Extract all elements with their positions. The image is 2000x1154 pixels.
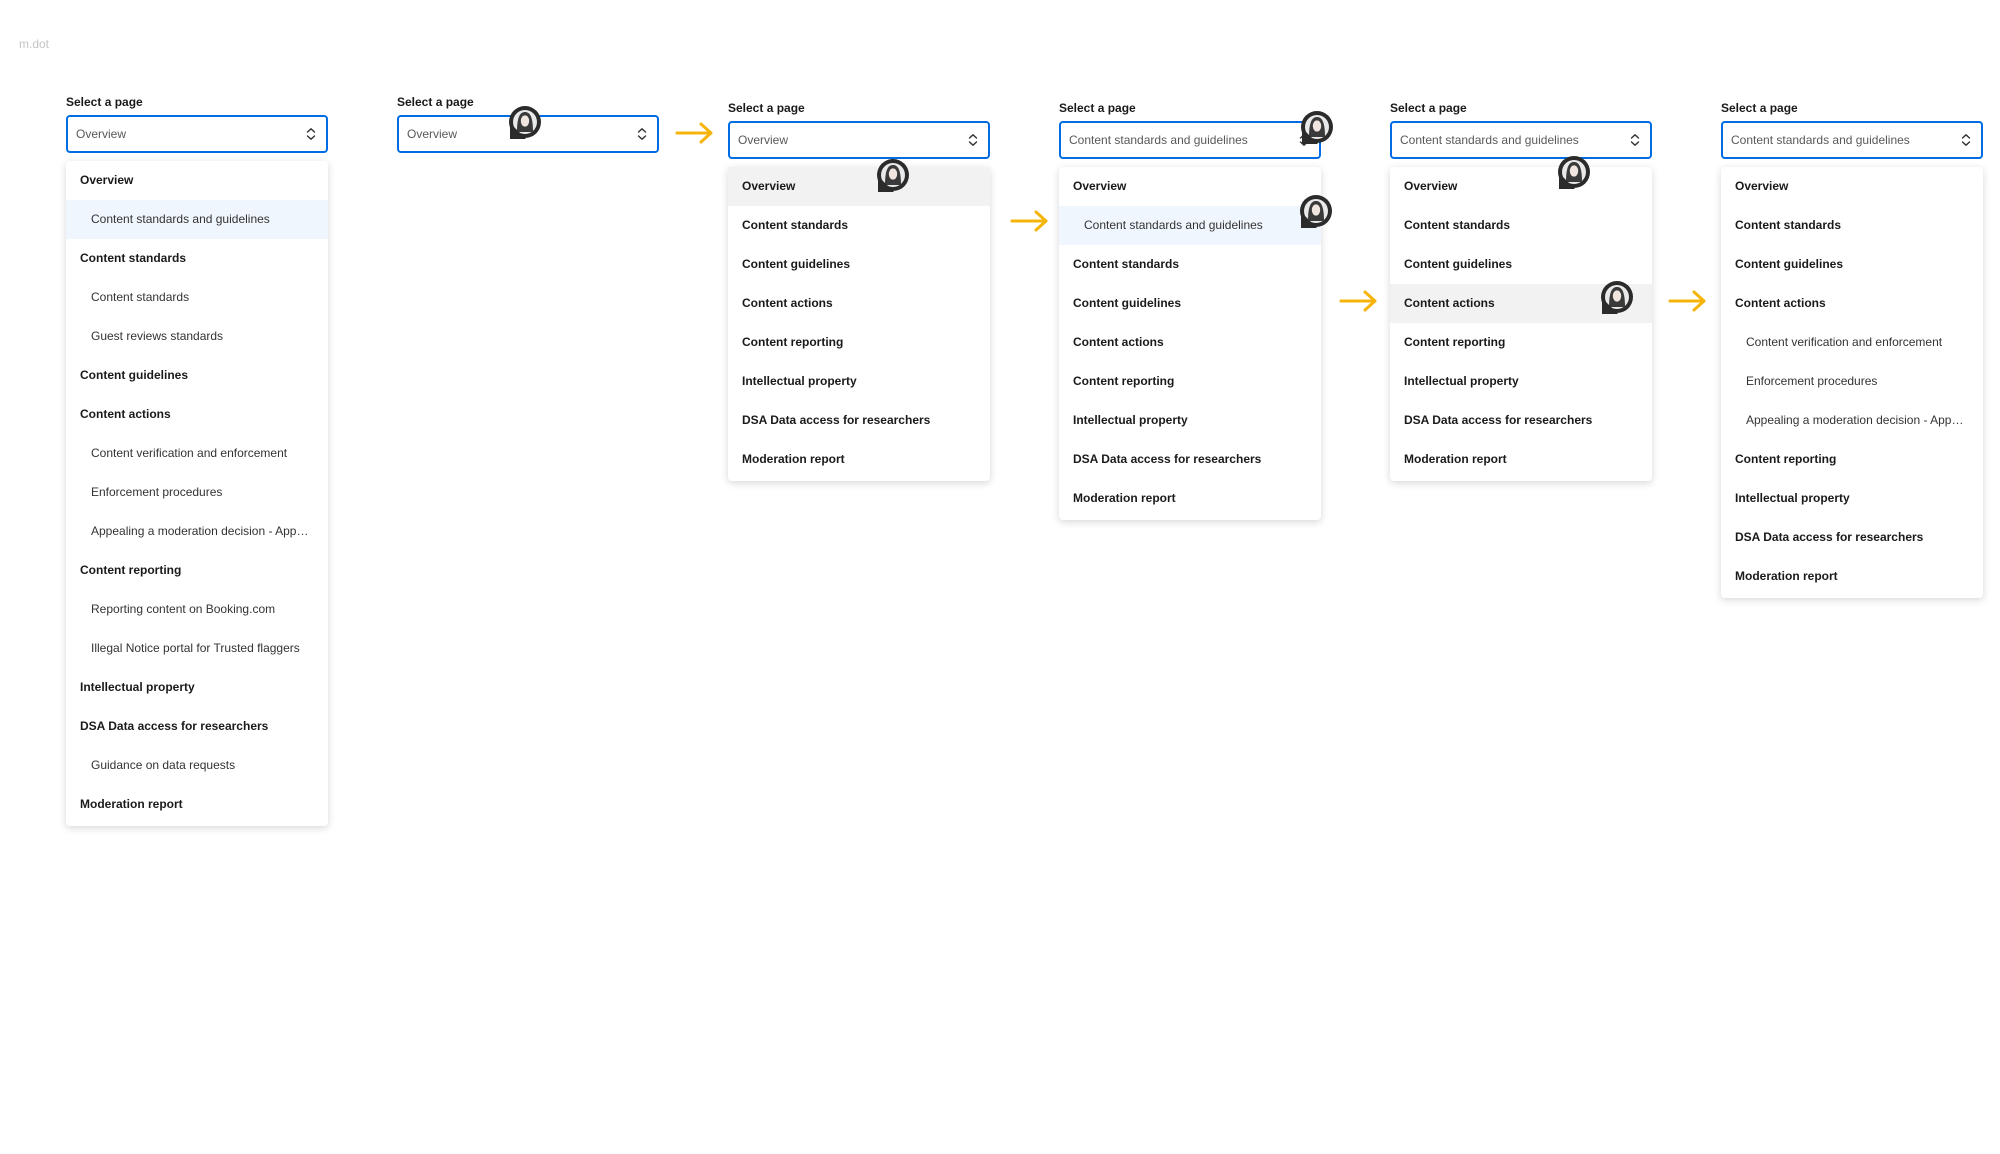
user-avatar-cursor-icon (1300, 195, 1332, 228)
menu-item-content-guidelines[interactable]: Content guidelines (1390, 245, 1652, 284)
menu-item-intellectual-property[interactable]: Intellectual property (1059, 401, 1321, 440)
corner-mark: m.dot (19, 37, 50, 51)
menu-item-dsa-data-access-for-researchers[interactable]: DSA Data access for researchers (66, 707, 328, 746)
select-label: Select a page (1721, 101, 1798, 115)
chevron-up-down-icon (1630, 134, 1640, 146)
menu-item-content-standards[interactable]: Content standards (728, 206, 990, 245)
menu-item-content-actions[interactable]: Content actions (1721, 284, 1983, 323)
menu-item-overview[interactable]: Overview (1721, 167, 1983, 206)
menu-item-overview[interactable]: Overview (66, 161, 328, 200)
user-avatar-cursor-icon (1301, 111, 1333, 144)
select-value: Content standards and guidelines (1400, 133, 1579, 147)
select-label: Select a page (728, 101, 805, 115)
menu-item-content-verification-and-enforcement[interactable]: Content verification and enforcement (66, 434, 328, 473)
user-avatar-cursor-icon (509, 106, 541, 139)
chevron-up-down-icon (637, 128, 647, 140)
select-label: Select a page (66, 95, 143, 109)
menu-item-content-standards[interactable]: Content standards (66, 239, 328, 278)
menu-item-content-standards[interactable]: Content standards (1721, 206, 1983, 245)
page-select[interactable]: Content standards and guidelines (1721, 121, 1983, 159)
menu-item-enforcement-procedures[interactable]: Enforcement procedures (1721, 362, 1983, 401)
menu-item-enforcement-procedures[interactable]: Enforcement procedures (66, 473, 328, 512)
menu-item-guidance-on-data-requests[interactable]: Guidance on data requests (66, 746, 328, 785)
menu-item-dsa-data-access-for-researchers[interactable]: DSA Data access for researchers (728, 401, 990, 440)
menu-item-intellectual-property[interactable]: Intellectual property (728, 362, 990, 401)
dropdown-menu: Overview Content standards Content guideli… (1721, 167, 1983, 598)
menu-item-content-actions[interactable]: Content actions (66, 395, 328, 434)
menu-item-content-verification-and-enforcement[interactable]: Content verification and enforcement (1721, 323, 1983, 362)
menu-item-moderation-report[interactable]: Moderation report (1390, 440, 1652, 479)
dropdown-menu: Overview Content standards Content guideli… (728, 167, 990, 481)
menu-item-content-guidelines[interactable]: Content guidelines (66, 356, 328, 395)
menu-item-content-standards[interactable]: Content standards (1059, 245, 1321, 284)
frame-content-actions-expanded: Select a page Content standards and guid… (1721, 101, 1983, 598)
menu-item-appealing-a-moderation-decision-appeals-portal[interactable]: Appealing a moderation decision - Appeal… (66, 512, 328, 551)
menu-item-content-standards[interactable]: Content standards (66, 278, 328, 317)
chevron-up-down-icon (306, 128, 316, 140)
menu-item-moderation-report[interactable]: Moderation report (66, 785, 328, 824)
menu-item-illegal-notice-portal-for-trusted-flaggers[interactable]: Illegal Notice portal for Trusted flagge… (66, 629, 328, 668)
user-avatar-cursor-icon (1601, 281, 1633, 314)
menu-item-moderation-report[interactable]: Moderation report (1721, 557, 1983, 596)
select-value: Overview (407, 127, 458, 141)
arrow-right-icon (1339, 290, 1377, 312)
user-avatar-cursor-icon (877, 159, 909, 192)
menu-item-content-standards-and-guidelines[interactable]: Content standards and guidelines (1059, 206, 1321, 245)
menu-item-intellectual-property[interactable]: Intellectual property (66, 668, 328, 707)
menu-item-content-guidelines[interactable]: Content guidelines (1059, 284, 1321, 323)
frame-overview-expanded: Select a page Content standards and guid… (1059, 101, 1321, 520)
arrow-right-icon (1668, 290, 1706, 312)
menu-item-content-standards-and-guidelines[interactable]: Content standards and guidelines (66, 200, 328, 239)
menu-item-content-reporting[interactable]: Content reporting (66, 551, 328, 590)
select-value: Content standards and guidelines (1069, 133, 1248, 147)
menu-item-appealing-a-moderation-decision-appeals-portal[interactable]: Appealing a moderation decision - Appeal… (1721, 401, 1983, 440)
menu-item-intellectual-property[interactable]: Intellectual property (1390, 362, 1652, 401)
menu-item-content-guidelines[interactable]: Content guidelines (728, 245, 990, 284)
user-avatar-cursor-icon (1558, 156, 1590, 189)
page-select[interactable]: Overview (66, 115, 328, 153)
menu-item-intellectual-property[interactable]: Intellectual property (1721, 479, 1983, 518)
menu-item-content-reporting[interactable]: Content reporting (1059, 362, 1321, 401)
menu-item-moderation-report[interactable]: Moderation report (728, 440, 990, 479)
page-select[interactable]: Overview (728, 121, 990, 159)
page-select[interactable]: Content standards and guidelines (1390, 121, 1652, 159)
menu-item-overview[interactable]: Overview (728, 167, 990, 206)
arrow-right-icon (675, 122, 713, 144)
menu-item-content-standards[interactable]: Content standards (1390, 206, 1652, 245)
select-value: Content standards and guidelines (1731, 133, 1910, 147)
frame-open-top-level: Select a page Overview Overview Content s… (728, 101, 990, 481)
dropdown-menu: Overview Content standards Content guideli… (1390, 167, 1652, 481)
dropdown-menu: Overview Content standards and guidelines… (1059, 167, 1321, 520)
menu-item-dsa-data-access-for-researchers[interactable]: DSA Data access for researchers (1721, 518, 1983, 557)
menu-item-reporting-content-on-booking-com[interactable]: Reporting content on Booking.com (66, 590, 328, 629)
select-label: Select a page (1059, 101, 1136, 115)
page-select[interactable]: Content standards and guidelines (1059, 121, 1321, 159)
dropdown-menu: Overview Content standards and guidelines… (66, 161, 328, 826)
menu-item-content-actions[interactable]: Content actions (1059, 323, 1321, 362)
frame-expanded-full-menu: Select a page Overview Overview Content s… (66, 95, 328, 826)
arrow-right-icon (1010, 210, 1048, 232)
menu-item-content-reporting[interactable]: Content reporting (1721, 440, 1983, 479)
menu-item-dsa-data-access-for-researchers[interactable]: DSA Data access for researchers (1390, 401, 1652, 440)
menu-item-overview[interactable]: Overview (1390, 167, 1652, 206)
menu-item-content-actions[interactable]: Content actions (728, 284, 990, 323)
canvas: m.dot Select a page Overview Overview Con… (0, 0, 2000, 1154)
menu-item-content-reporting[interactable]: Content reporting (728, 323, 990, 362)
select-value: Overview (738, 133, 789, 147)
select-label: Select a page (1390, 101, 1467, 115)
chevron-up-down-icon (968, 134, 978, 146)
menu-item-content-reporting[interactable]: Content reporting (1390, 323, 1652, 362)
menu-item-moderation-report[interactable]: Moderation report (1059, 479, 1321, 518)
menu-item-overview[interactable]: Overview (1059, 167, 1321, 206)
menu-item-dsa-data-access-for-researchers[interactable]: DSA Data access for researchers (1059, 440, 1321, 479)
menu-item-content-guidelines[interactable]: Content guidelines (1721, 245, 1983, 284)
chevron-up-down-icon (1961, 134, 1971, 146)
select-value: Overview (76, 127, 127, 141)
menu-item-guest-reviews-standards[interactable]: Guest reviews standards (66, 317, 328, 356)
